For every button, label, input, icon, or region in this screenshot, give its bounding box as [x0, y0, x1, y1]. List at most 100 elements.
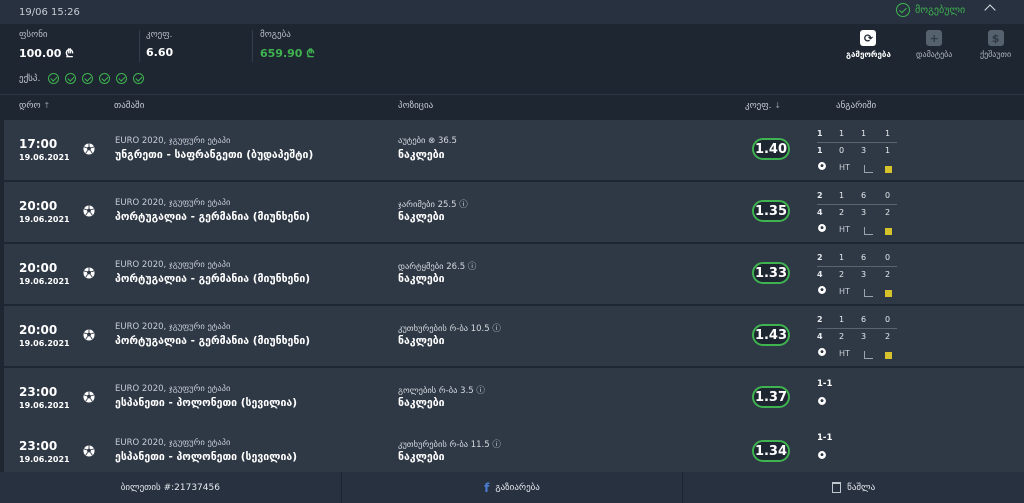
selection-name: ნაკლები [398, 335, 445, 347]
stake-value: 100.00 ₾ [19, 47, 74, 60]
tournament-name: EURO 2020, ჯგუფური ეტაპი [115, 136, 231, 146]
col-header-date[interactable]: დრო ↑ [19, 101, 50, 111]
bet-row[interactable]: 23:00 19.06.2021 EURO 2020, ჯგუფური ეტაპ… [4, 422, 1024, 472]
market-name: დარტყმები 26.5 ⓘ [398, 262, 477, 272]
event-date: 19.06.2021 [19, 455, 70, 464]
score-cell: 1 [861, 129, 867, 138]
match-name[interactable]: ესპანეთი - პოლონეთი (სევილია) [115, 397, 297, 409]
check-circle-icon [116, 73, 128, 84]
tournament-name: EURO 2020, ჯგუფური ეტაპი [115, 198, 231, 208]
selection-name: ნაკლები [398, 397, 445, 409]
event-time: 17:00 [19, 137, 58, 151]
score-cell: 0 [885, 315, 891, 324]
soccer-ball-icon [83, 205, 95, 217]
win-label: მოგება [260, 30, 291, 40]
soccer-ball-icon [83, 445, 95, 457]
bet-row[interactable]: 20:00 19.06.2021 EURO 2020, ჯგუფური ეტაპ… [4, 306, 1024, 366]
ht-label[interactable]: HT [839, 287, 850, 296]
score-cell: 4 [817, 332, 823, 341]
score-cell: 1 [885, 146, 891, 155]
ticket-header: 19/06 15:26 მოგებული [0, 0, 1024, 24]
sort-arrow-icon: ↓ [774, 101, 782, 110]
repeat-button[interactable]: ⟳ გამეორება [846, 30, 891, 59]
score-cell: 0 [839, 146, 845, 155]
score-cell: 2 [817, 253, 823, 262]
match-name[interactable]: უნგრეთი - საფრანგეთი (ბუდაპეშტი) [115, 149, 313, 161]
share-label: გაზიარება [495, 482, 540, 493]
status-label: მოგებული [915, 4, 966, 16]
cashout-button[interactable]: $ ქეშაუთი [980, 30, 1011, 59]
col-header-odds[interactable]: კოეფ. ↓ [745, 101, 781, 111]
ticket-datetime: 19/06 15:26 [19, 6, 80, 18]
odds-badge: 1.40 [752, 138, 790, 160]
chevron-up-icon[interactable] [984, 4, 996, 16]
market-name: ჯარიმები 25.5 ⓘ [398, 200, 468, 210]
field-icon[interactable] [817, 223, 827, 235]
score-block: 2 1 6 0 4 2 3 2 HT [817, 253, 897, 300]
score-cell: 2 [817, 191, 823, 200]
score-block: 1-1 [817, 433, 897, 462]
score-meta: HT [817, 346, 897, 362]
tournament-name: EURO 2020, ჯგუფური ეტაპი [115, 322, 231, 332]
final-score: 1-1 [817, 379, 833, 389]
event-time: 20:00 [19, 199, 58, 213]
score-cell: 3 [861, 208, 867, 217]
score-cell: 1 [885, 129, 891, 138]
ht-label[interactable]: HT [839, 163, 850, 172]
cashout-label: ქეშაუთი [980, 50, 1012, 59]
facebook-icon: f [484, 480, 490, 495]
score-cell: 2 [885, 270, 891, 279]
score-block: 1 1 1 1 1 0 3 1 HT [817, 129, 897, 176]
repeat-icon: ⟳ [860, 30, 877, 46]
score-cell: 3 [861, 270, 867, 279]
event-date: 19.06.2021 [19, 401, 70, 410]
event-time: 23:00 [19, 385, 58, 399]
field-icon[interactable] [817, 396, 897, 408]
ht-label[interactable]: HT [839, 349, 850, 358]
score-line-1: 2 1 6 0 [817, 315, 897, 329]
bet-row[interactable]: 20:00 19.06.2021 EURO 2020, ჯგუფური ეტაპ… [4, 182, 1024, 242]
match-name[interactable]: პორტუგალია - გერმანია (მიუნხენი) [115, 211, 310, 223]
score-cell: 2 [839, 208, 845, 217]
score-block: 2 1 6 0 4 2 3 2 HT [817, 191, 897, 238]
bet-row[interactable]: 20:00 19.06.2021 EURO 2020, ჯგუფური ეტაპ… [4, 244, 1024, 304]
bet-row[interactable]: 17:00 19.06.2021 EURO 2020, ჯგუფური ეტაპ… [4, 120, 1024, 180]
score-cell: 2 [885, 332, 891, 341]
plus-icon: + [926, 30, 943, 46]
score-meta: HT [817, 222, 897, 238]
check-circle-icon [82, 73, 94, 84]
match-name[interactable]: პორტუგალია - გერმანია (მიუნხენი) [115, 335, 310, 347]
col-header-game: თამაში [114, 101, 145, 111]
field-icon[interactable] [817, 347, 827, 359]
delete-button[interactable]: წაშლა [683, 472, 1024, 503]
divider [139, 30, 140, 62]
match-name[interactable]: ესპანეთი - პოლონეთი (სევილია) [115, 451, 297, 463]
check-circle-icon [99, 73, 111, 84]
score-block: 2 1 6 0 4 2 3 2 HT [817, 315, 897, 362]
odds-block: კოეფ. 6.60 [146, 30, 173, 59]
field-icon[interactable] [817, 450, 897, 462]
share-button[interactable]: f გაზიარება [342, 472, 684, 503]
tournament-name: EURO 2020, ჯგუფური ეტაპი [115, 260, 231, 270]
ht-label[interactable]: HT [839, 225, 850, 234]
field-icon[interactable] [817, 161, 827, 173]
market-name: გოლების რ-ბა 3.5 ⓘ [398, 386, 485, 396]
odds-badge: 1.33 [752, 262, 790, 284]
table-header: დრო ↑ თამაში პოზიცია კოეფ. ↓ ანგარიში [0, 94, 1024, 118]
add-button[interactable]: + დამატება [916, 30, 952, 59]
odds-badge: 1.37 [752, 386, 790, 408]
stake-block: ფსონი 100.00 ₾ [19, 30, 74, 61]
market-name: კუთხურების რ-ბა 10.5 ⓘ [398, 324, 501, 334]
col-header-position: პოზიცია [398, 101, 434, 111]
selection-name: ნაკლები [398, 211, 445, 223]
soccer-ball-icon [83, 267, 95, 279]
bet-row[interactable]: 23:00 19.06.2021 EURO 2020, ჯგუფური ეტაპ… [4, 368, 1024, 428]
win-block: მოგება 659.90 ₾ [260, 30, 315, 61]
final-score: 1-1 [817, 433, 833, 443]
check-circle-icon [48, 73, 60, 84]
match-name[interactable]: პორტუგალია - გერმანია (მიუნხენი) [115, 273, 310, 285]
score-cell: 1 [839, 253, 845, 262]
field-icon[interactable] [817, 285, 827, 297]
odds-badge: 1.43 [752, 324, 790, 346]
repeat-label: გამეორება [846, 50, 891, 59]
